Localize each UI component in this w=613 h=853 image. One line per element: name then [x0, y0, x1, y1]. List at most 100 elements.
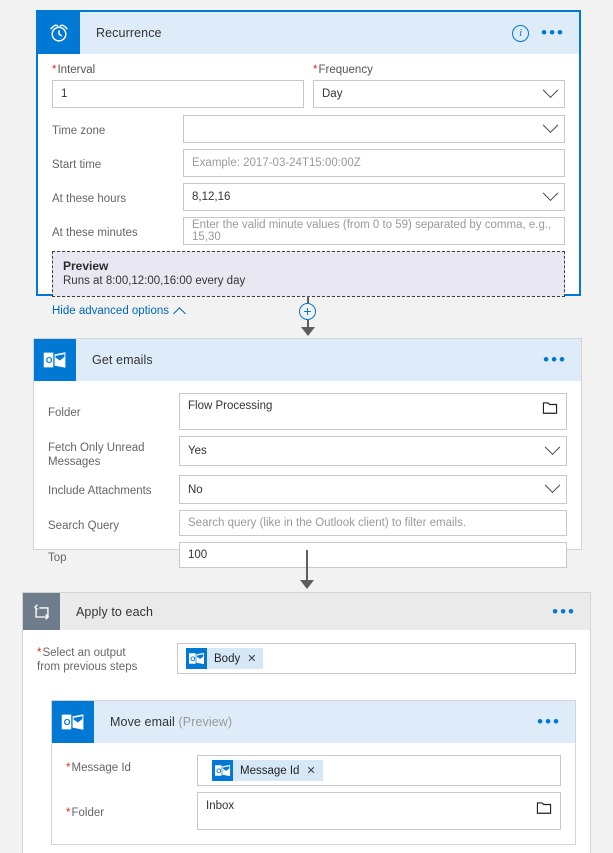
- select-output-input[interactable]: O Body ✕: [177, 643, 576, 674]
- outlook-icon: O: [186, 648, 207, 669]
- interval-input[interactable]: 1: [52, 80, 304, 108]
- interval-value: 1: [61, 88, 68, 100]
- folder-value: Flow Processing: [188, 400, 273, 412]
- move-email-header-actions: •••: [537, 713, 575, 730]
- time-zone-label: Time zone: [52, 125, 106, 137]
- connector-line: [306, 550, 308, 583]
- connector-get-emails-to-apply-to-each: [0, 550, 613, 594]
- preview-title: Preview: [63, 259, 109, 273]
- apply-to-each-card-header[interactable]: Apply to each •••: [23, 593, 590, 630]
- folder-row: Folder Flow Processing: [48, 393, 567, 430]
- alarm-clock-icon: [38, 12, 80, 54]
- chevron-down-icon: [542, 81, 559, 98]
- info-icon[interactable]: i: [512, 24, 530, 42]
- fetch-unread-label: Fetch Only Unread Messages: [48, 442, 145, 468]
- message-id-input[interactable]: O Message Id ✕: [197, 755, 561, 786]
- search-query-placeholder: Search query (like in the Outlook client…: [188, 517, 467, 529]
- recurrence-header-actions: i •••: [512, 24, 579, 42]
- apply-to-each-header-actions: •••: [552, 603, 590, 620]
- move-email-title: Move email (Preview): [110, 715, 232, 729]
- apply-to-each-card[interactable]: Apply to each ••• *Select an output from…: [22, 592, 591, 853]
- include-attachments-dropdown[interactable]: No: [179, 475, 567, 504]
- at-these-hours-dropdown[interactable]: 8,12,16: [183, 183, 565, 211]
- include-attachments-label: Include Attachments: [48, 485, 152, 497]
- interval-label: *Interval: [52, 64, 96, 76]
- apply-to-each-more-menu-icon[interactable]: •••: [552, 603, 576, 620]
- time-zone-row: Time zone: [52, 115, 565, 143]
- fetch-unread-dropdown[interactable]: Yes: [179, 436, 567, 466]
- include-attachments-value: No: [188, 483, 203, 496]
- at-these-minutes-placeholder: Enter the valid minute values (from 0 to…: [192, 219, 552, 243]
- token-body[interactable]: O Body ✕: [186, 648, 264, 669]
- get-emails-title: Get emails: [92, 353, 153, 367]
- chevron-down-icon: [542, 184, 559, 201]
- frequency-value: Day: [322, 88, 343, 100]
- folder-label: Folder: [48, 407, 81, 419]
- move-email-card-header[interactable]: O Move email (Preview) •••: [52, 701, 575, 743]
- at-these-minutes-row: At these minutes Enter the valid minute …: [52, 217, 565, 245]
- at-these-hours-value: 8,12,16: [192, 191, 231, 203]
- outlook-icon: O: [52, 701, 94, 743]
- svg-text:O: O: [190, 656, 195, 663]
- chevron-down-icon: [544, 438, 561, 455]
- frequency-label: *Frequency: [313, 64, 373, 76]
- add-step-button[interactable]: +: [299, 303, 316, 320]
- get-emails-card[interactable]: O Get emails ••• Folder Flow Processing: [33, 338, 582, 568]
- move-email-body: *Message Id O Message Id ✕ *Folder Inbox: [52, 743, 575, 844]
- chevron-down-icon: [542, 116, 559, 133]
- token-message-id[interactable]: O Message Id ✕: [212, 760, 323, 781]
- move-email-folder-label: *Folder: [66, 807, 105, 819]
- recurrence-card[interactable]: Recurrence i ••• *Interval 1 *Frequency …: [36, 10, 581, 320]
- start-time-input[interactable]: Example: 2017-03-24T15:00:00Z: [183, 149, 565, 177]
- preview-text: Runs at 8:00,12:00,16:00 every day: [63, 275, 246, 287]
- search-query-input[interactable]: Search query (like in the Outlook client…: [179, 510, 567, 536]
- select-output-label-line2: from previous steps: [37, 661, 138, 673]
- svg-text:O: O: [46, 355, 53, 365]
- folder-picker-icon[interactable]: [542, 401, 558, 418]
- move-email-preview-tag: (Preview): [178, 715, 233, 729]
- get-emails-more-menu-icon[interactable]: •••: [543, 351, 567, 368]
- folder-input[interactable]: Flow Processing: [179, 393, 567, 430]
- connector-recurrence-to-get-emails: +: [0, 296, 613, 338]
- at-these-minutes-label: At these minutes: [52, 227, 138, 239]
- token-remove-icon[interactable]: ✕: [306, 764, 315, 777]
- loop-icon: [23, 593, 60, 630]
- start-time-placeholder: Example: 2017-03-24T15:00:00Z: [192, 157, 361, 169]
- recurrence-more-menu-icon[interactable]: •••: [541, 24, 565, 41]
- frequency-dropdown[interactable]: Day: [313, 80, 565, 108]
- folder-picker-icon[interactable]: [536, 801, 552, 818]
- move-email-folder-value: Inbox: [206, 800, 235, 812]
- outlook-icon: O: [212, 760, 233, 781]
- time-zone-dropdown[interactable]: [183, 115, 565, 143]
- include-attachments-row: Include Attachments No: [48, 475, 567, 504]
- token-message-id-label: Message Id: [240, 764, 300, 777]
- search-query-row: Search Query Search query (like in the O…: [48, 510, 567, 536]
- token-body-label: Body: [214, 652, 241, 665]
- svg-text:O: O: [216, 768, 221, 775]
- recurrence-card-header[interactable]: Recurrence i •••: [38, 12, 579, 54]
- select-output-row: *Select an output from previous steps O: [37, 643, 576, 674]
- recurrence-top-row: *Interval 1 *Frequency Day: [52, 64, 565, 108]
- recurrence-title: Recurrence: [96, 26, 162, 40]
- start-time-row: Start time Example: 2017-03-24T15:00:00Z: [52, 149, 565, 177]
- interval-group: *Interval 1: [52, 64, 304, 108]
- get-emails-card-header[interactable]: O Get emails •••: [34, 339, 581, 381]
- at-these-minutes-input[interactable]: Enter the valid minute values (from 0 to…: [183, 217, 565, 245]
- fetch-unread-row: Fetch Only Unread Messages Yes: [48, 436, 567, 469]
- flow-designer-canvas: Recurrence i ••• *Interval 1 *Frequency …: [0, 0, 613, 853]
- arrow-head-icon: [300, 580, 314, 589]
- search-query-label: Search Query: [48, 520, 119, 532]
- move-email-card[interactable]: O Move email (Preview) ••• *Message Id O…: [51, 700, 576, 845]
- svg-text:O: O: [64, 717, 71, 727]
- move-email-folder-input[interactable]: Inbox: [197, 792, 561, 830]
- message-id-label: *Message Id: [66, 762, 131, 774]
- frequency-group: *Frequency Day: [313, 64, 565, 108]
- move-email-more-menu-icon[interactable]: •••: [537, 713, 561, 730]
- move-email-folder-row: *Folder Inbox: [66, 792, 561, 830]
- select-output-label-line1: Select an output: [42, 647, 126, 659]
- apply-to-each-body: *Select an output from previous steps O: [23, 630, 590, 845]
- recurrence-body: *Interval 1 *Frequency Day Time zone Sta…: [38, 54, 579, 331]
- start-time-label: Start time: [52, 159, 102, 171]
- apply-to-each-title: Apply to each: [76, 604, 154, 619]
- token-remove-icon[interactable]: ✕: [247, 652, 256, 665]
